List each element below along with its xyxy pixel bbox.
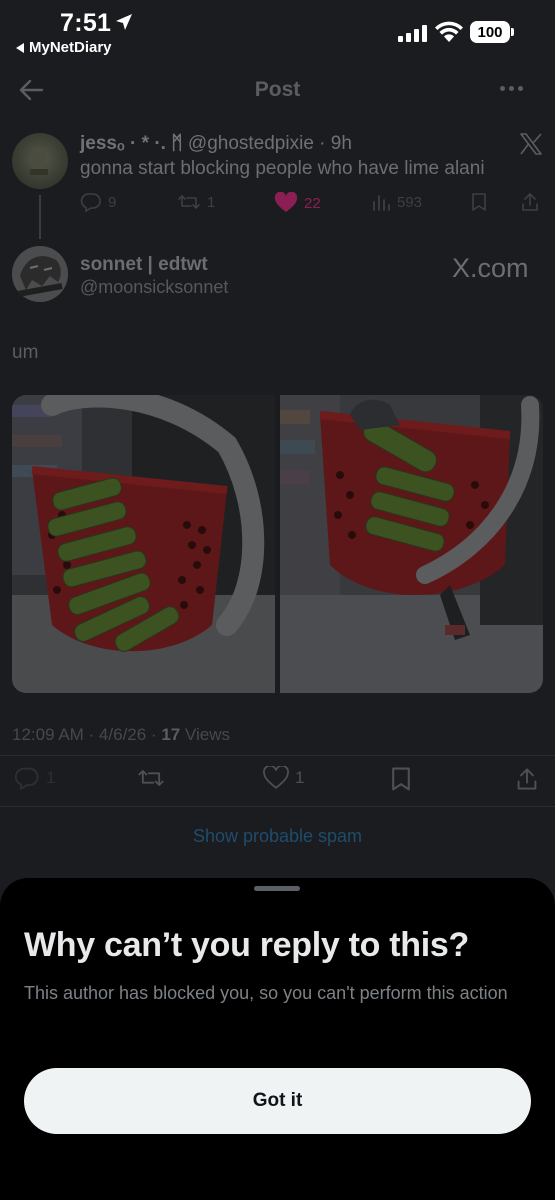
heart-icon (263, 766, 289, 789)
parent-tweet-handle: @ghostedpixie (187, 133, 314, 154)
divider-top (0, 755, 555, 756)
main-reply-button[interactable]: 1 (14, 766, 55, 790)
main-bookmark-button[interactable] (389, 766, 413, 792)
battery-cap (511, 28, 514, 36)
parent-share-button[interactable] (520, 192, 540, 212)
tweet-views-label: Views (180, 725, 230, 744)
parent-tweet-actions: 9 1 22 593 (80, 192, 540, 216)
main-tweet-avatar[interactable] (12, 246, 68, 302)
main-tweet-actions: 1 1 (0, 766, 555, 794)
parent-tweet-display-name: jessₒ · * ·. ᛗ (80, 133, 183, 154)
status-time: 7:51 (60, 9, 112, 37)
parent-view-count: 593 (397, 193, 423, 211)
parent-reply-button[interactable]: 9 (80, 192, 116, 212)
media-image-1[interactable] (12, 395, 275, 693)
back-to-app-link[interactable]: MyNetDiary (16, 39, 112, 56)
x-com-watermark: X.com (452, 253, 529, 283)
sheet-body: This author has blocked you, so you can'… (24, 983, 508, 1003)
wifi-icon (435, 21, 463, 42)
main-tweet-display-name[interactable]: sonnet | edtwt (80, 254, 208, 276)
main-share-button[interactable] (515, 766, 539, 792)
bookmark-icon (472, 193, 486, 211)
location-arrow-icon (116, 14, 132, 30)
show-probable-spam-link[interactable]: Show probable spam (0, 826, 555, 847)
back-app-label: MyNetDiary (29, 39, 112, 56)
divider-bottom (0, 806, 555, 807)
heart-filled-icon (274, 192, 298, 212)
page-title: Post (254, 78, 301, 101)
parent-retweet-count: 1 (207, 193, 216, 211)
share-icon (522, 193, 538, 211)
parent-retweet-button[interactable]: 1 (177, 192, 215, 212)
screen: 7:51 MyNetDiary 100 Post jessₒ · * ·. ᛗ … (0, 0, 555, 1200)
cellular-signal-icon (398, 24, 427, 42)
media-image-2[interactable] (280, 395, 543, 693)
main-like-count: 1 (295, 768, 305, 787)
bookmark-icon (392, 767, 410, 791)
status-bar: 7:51 MyNetDiary 100 (0, 0, 555, 66)
tweet-media (12, 395, 543, 693)
parent-tweet-time: 9h (330, 133, 352, 154)
more-options-icon[interactable] (500, 86, 523, 91)
main-tweet-text: um (12, 342, 39, 363)
parent-like-count: 22 (304, 194, 321, 212)
post-header: Post (0, 66, 555, 114)
reply-icon (80, 193, 101, 212)
parent-like-button[interactable]: 22 (274, 192, 321, 214)
back-triangle-icon (16, 42, 24, 53)
parent-views-button[interactable]: 593 (371, 192, 422, 212)
main-retweet-button[interactable] (137, 766, 165, 790)
parent-tweet-avatar[interactable] (12, 133, 68, 189)
battery-icon: 100 (470, 21, 510, 43)
main-like-button[interactable]: 1 (263, 766, 304, 790)
tweet-meta: 12:09 AM · 4/6/26 · 17 Views (12, 725, 230, 745)
sheet-title: Why can’t you reply to this? (24, 926, 469, 964)
parent-tweet-text: gonna start blocking people who have lim… (80, 158, 485, 179)
retweet-icon (138, 770, 164, 786)
sheet-grabber[interactable] (254, 886, 300, 891)
tweet-view-count: 17 (161, 725, 181, 744)
tweet-timestamp: 12:09 AM · 4/6/26 · (12, 725, 162, 744)
parent-reply-count: 9 (108, 193, 117, 211)
main-reply-count: 1 (46, 768, 56, 787)
x-logo-icon (520, 133, 542, 155)
share-icon (517, 768, 537, 790)
blocked-bottom-sheet: Why can’t you reply to this? This author… (0, 878, 555, 1200)
reply-icon (14, 767, 39, 790)
parent-tweet-author[interactable]: jessₒ · * ·. ᛗ @ghostedpixie · 9h (80, 133, 352, 155)
parent-bookmark-button[interactable] (470, 192, 488, 212)
thread-line (39, 195, 41, 239)
got-it-button[interactable]: Got it (24, 1068, 531, 1134)
main-tweet-handle[interactable]: @moonsicksonnet (80, 277, 228, 298)
views-chart-icon (373, 195, 390, 211)
retweet-icon (178, 195, 200, 209)
battery-level: 100 (477, 23, 503, 41)
